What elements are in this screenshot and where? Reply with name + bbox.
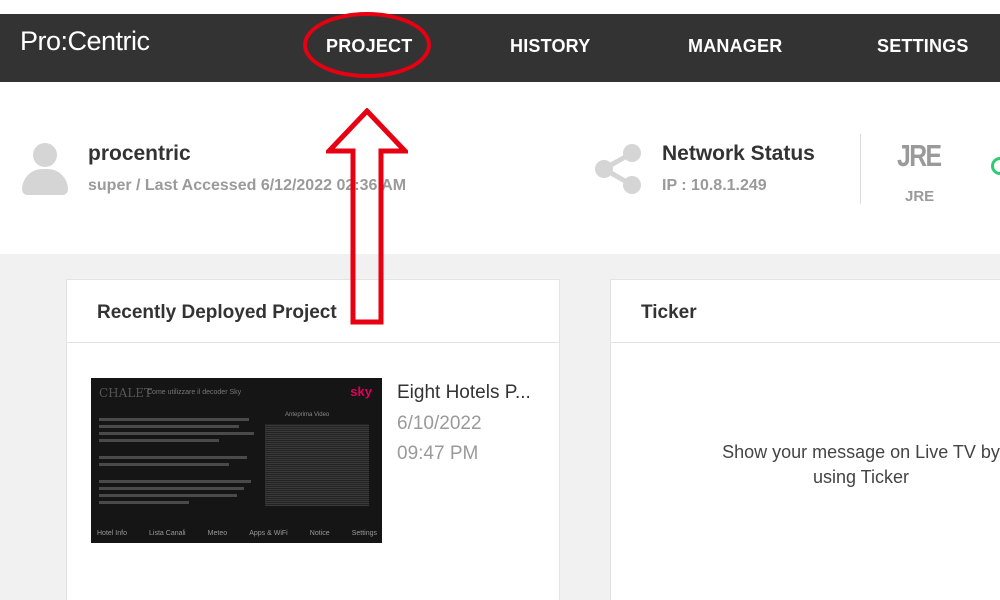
network-ip: IP : 10.8.1.249 <box>662 177 767 194</box>
status-indicator-icon <box>991 157 1000 175</box>
thumbnail-menu-item: Hotel Info <box>97 530 127 537</box>
thumbnail-menu-item: Apps & WiFi <box>249 530 288 537</box>
card-header: Ticker <box>611 280 1000 343</box>
status-info-bar: procentric super / Last Accessed 6/12/20… <box>0 82 1000 254</box>
user-name: procentric <box>88 142 191 165</box>
top-strip <box>0 0 1000 14</box>
nav-settings[interactable]: SETTINGS <box>877 36 969 57</box>
project-date: 6/10/2022 <box>397 413 482 434</box>
ticker-title: Ticker <box>641 302 697 323</box>
dashboard-content: Recently Deployed Project CHALET Come ut… <box>0 254 1000 600</box>
divider <box>860 134 861 204</box>
network-status-title: Network Status <box>662 142 815 165</box>
annotation-arrow-icon <box>326 108 408 325</box>
thumbnail-menu-item: Lista Canali <box>149 530 186 537</box>
thumbnail-logo: CHALET <box>99 386 153 400</box>
project-time: 09:47 PM <box>397 443 479 464</box>
procentric-logo[interactable]: Pro:Centric <box>20 26 150 57</box>
recent-project-card: Recently Deployed Project CHALET Come ut… <box>66 279 560 600</box>
thumbnail-video-label: Anteprima Video <box>285 412 330 418</box>
recent-project-title: Recently Deployed Project <box>97 302 337 323</box>
jre-label: JRE <box>905 188 935 205</box>
top-navbar: Pro:Centric PROJECT HISTORY MANAGER SETT… <box>0 14 1000 82</box>
ticker-card: Ticker Show your message on Live TV by u… <box>610 279 1000 600</box>
jre-icon: JRE <box>897 138 942 173</box>
card-header: Recently Deployed Project <box>67 280 559 343</box>
thumbnail-text-block <box>99 418 259 508</box>
user-avatar-icon <box>22 143 68 195</box>
thumbnail-menu-item: Settings <box>351 530 377 537</box>
thumbnail-video-static <box>265 424 369 506</box>
nav-history[interactable]: HISTORY <box>510 36 590 57</box>
thumbnail-menu: Hotel Info Lista Canali Meteo Apps & WiF… <box>97 530 377 537</box>
project-thumbnail[interactable]: CHALET Come utilizzare il decoder Sky sk… <box>91 378 382 543</box>
thumbnail-menu-item: Meteo <box>207 530 228 537</box>
highlight-ellipse <box>303 12 431 78</box>
network-share-icon <box>595 144 641 194</box>
sky-logo: sky <box>350 384 372 399</box>
thumbnail-title: Come utilizzare il decoder Sky <box>147 389 242 396</box>
nav-manager[interactable]: MANAGER <box>688 36 782 57</box>
thumbnail-menu-item: Notice <box>309 530 330 537</box>
ticker-message: Show your message on Live TV by using Ti… <box>722 442 1000 487</box>
project-name-link[interactable]: Eight Hotels P... <box>397 382 531 404</box>
